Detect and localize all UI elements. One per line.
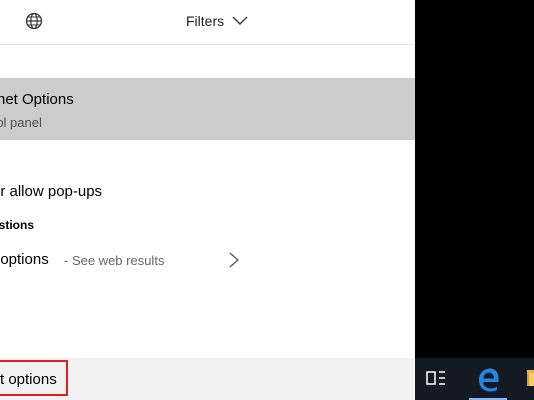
suggestion-label: t options [0,251,49,268]
best-match-subtitle: rol panel [0,115,42,130]
filters-button[interactable]: Filters [186,11,248,31]
filters-label: Filters [186,13,225,29]
search-header: Filters [0,0,415,45]
search-input-highlight[interactable]: t options [0,360,68,396]
best-match-title: rnet Options [0,91,74,108]
search-panel: Filters rnet Options rol panel or allow … [0,0,415,400]
globe-icon[interactable] [25,12,43,30]
task-view-button[interactable] [415,358,455,400]
suggestions-heading: estions [0,218,35,232]
web-suggestion-item[interactable]: t options - See web results [0,246,415,274]
suggestion-web-hint: - See web results [64,253,165,268]
chevron-down-icon [232,13,248,29]
taskbar [415,358,534,400]
search-bar: t options [0,358,415,400]
edge-button[interactable] [468,358,508,400]
best-match-result[interactable]: rnet Options rol panel [0,78,415,140]
chevron-right-icon[interactable] [228,251,240,269]
search-input[interactable]: t options [0,371,57,388]
file-explorer-button[interactable] [517,358,534,400]
popups-result[interactable]: or allow pop-ups [0,183,102,200]
